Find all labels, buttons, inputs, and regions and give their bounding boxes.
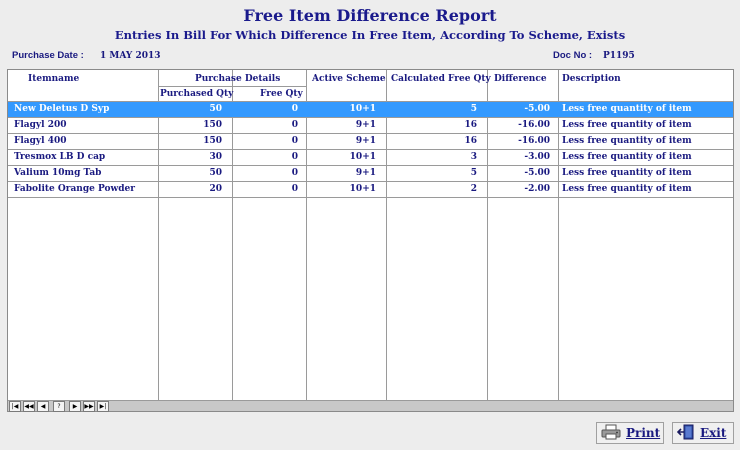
cell-difference: -16.00	[518, 120, 550, 130]
doc-no-label: Doc No :	[553, 50, 593, 61]
cell-itemname: Tresmox LB D cap	[14, 152, 106, 162]
nav-prev-button[interactable]: ◀	[37, 401, 49, 412]
cell-active-scheme: 10+1	[349, 104, 376, 114]
cell-description: Less free quantity of item	[562, 184, 692, 194]
cell-itemname: New Deletus D Syp	[14, 104, 110, 114]
report-subtitle: Entries In Bill For Which Difference In …	[114, 28, 626, 42]
cell-itemname: Flagyl 200	[14, 120, 67, 130]
print-button[interactable]: Print	[596, 422, 664, 444]
cell-active-scheme: 9+1	[355, 120, 376, 130]
header-free-qty[interactable]: Free Qty	[260, 89, 303, 99]
cell-free-qty: 0	[291, 120, 298, 130]
cell-purchased-qty: 20	[209, 184, 222, 194]
nav-prev-page-button[interactable]: ◀◀	[23, 401, 35, 412]
cell-description: Less free quantity of item	[562, 152, 692, 162]
cell-calculated-free-qty: 5	[470, 104, 477, 114]
nav-first-button[interactable]: |◀	[9, 401, 21, 412]
header-description[interactable]: Description	[562, 74, 621, 84]
cell-difference: -3.00	[524, 152, 550, 162]
table-row[interactable]: Valium 10mg Tab 50 0 9+1 5 -5.00 Less fr…	[8, 166, 733, 182]
nav-next-page-button[interactable]: ▶▶	[83, 401, 95, 412]
table-row[interactable]: Flagyl 200 150 0 9+1 16 -16.00 Less free…	[8, 118, 733, 134]
cell-calculated-free-qty: 3	[470, 152, 477, 162]
cell-difference: -5.00	[524, 168, 550, 178]
cell-active-scheme: 10+1	[349, 184, 376, 194]
cell-itemname: Valium 10mg Tab	[14, 168, 102, 178]
cell-difference: -16.00	[518, 136, 550, 146]
header-itemname[interactable]: Itemname	[28, 74, 79, 84]
cell-difference: -5.00	[524, 104, 550, 114]
table-row[interactable]: Flagyl 400 150 0 9+1 16 -16.00 Less free…	[8, 134, 733, 150]
table-row[interactable]: Fabolite Orange Powder 20 0 10+1 2 -2.00…	[8, 182, 733, 198]
cell-purchased-qty: 150	[203, 120, 222, 130]
cell-calculated-free-qty: 5	[470, 168, 477, 178]
record-navigator: |◀ ◀◀ ◀ ? ▶ ▶▶ ▶|	[8, 400, 733, 412]
header-active-scheme[interactable]: Active Scheme	[312, 74, 386, 84]
cell-difference: -2.00	[524, 184, 550, 194]
cell-calculated-free-qty: 16	[464, 136, 477, 146]
cell-active-scheme: 10+1	[349, 152, 376, 162]
cell-purchased-qty: 30	[209, 152, 222, 162]
print-button-label: Print	[626, 426, 661, 440]
cell-purchased-qty: 150	[203, 136, 222, 146]
free-item-grid[interactable]: Itemname Purchase Details Purchased Qty …	[7, 69, 734, 412]
header-difference[interactable]: Difference	[494, 74, 547, 84]
header-calculated-free-qty[interactable]: Calculated Free Qty	[391, 74, 491, 84]
cell-itemname: Fabolite Orange Powder	[14, 184, 136, 194]
cell-free-qty: 0	[291, 104, 298, 114]
cell-free-qty: 0	[291, 184, 298, 194]
cell-description: Less free quantity of item	[562, 136, 692, 146]
cell-purchased-qty: 50	[209, 168, 222, 178]
cell-free-qty: 0	[291, 136, 298, 146]
purchase-date-label: Purchase Date :	[12, 50, 84, 61]
cell-active-scheme: 9+1	[355, 168, 376, 178]
nav-help-button[interactable]: ?	[53, 401, 65, 412]
cell-free-qty: 0	[291, 168, 298, 178]
report-title: Free Item Difference Report	[243, 6, 497, 25]
exit-door-icon	[676, 424, 695, 443]
cell-purchased-qty: 50	[209, 104, 222, 114]
nav-last-button[interactable]: ▶|	[97, 401, 109, 412]
header-purchased-qty[interactable]: Purchased Qty	[160, 89, 233, 99]
cell-active-scheme: 9+1	[355, 136, 376, 146]
purchase-date-value: 1 MAY 2013	[100, 51, 161, 61]
printer-icon	[601, 424, 621, 443]
header-purchase-details: Purchase Details	[195, 74, 281, 84]
nav-next-button[interactable]: ▶	[69, 401, 81, 412]
exit-button[interactable]: Exit	[672, 422, 734, 444]
cell-calculated-free-qty: 2	[470, 184, 477, 194]
cell-calculated-free-qty: 16	[464, 120, 477, 130]
exit-button-label: Exit	[700, 426, 727, 440]
cell-description: Less free quantity of item	[562, 104, 692, 114]
cell-description: Less free quantity of item	[562, 168, 692, 178]
doc-no-value: P1195	[603, 51, 635, 61]
table-row[interactable]: Tresmox LB D cap 30 0 10+1 3 -3.00 Less …	[8, 150, 733, 166]
cell-free-qty: 0	[291, 152, 298, 162]
cell-description: Less free quantity of item	[562, 120, 692, 130]
table-row[interactable]: New Deletus D Syp 50 0 10+1 5 -5.00 Less…	[8, 102, 733, 118]
cell-itemname: Flagyl 400	[14, 136, 67, 146]
